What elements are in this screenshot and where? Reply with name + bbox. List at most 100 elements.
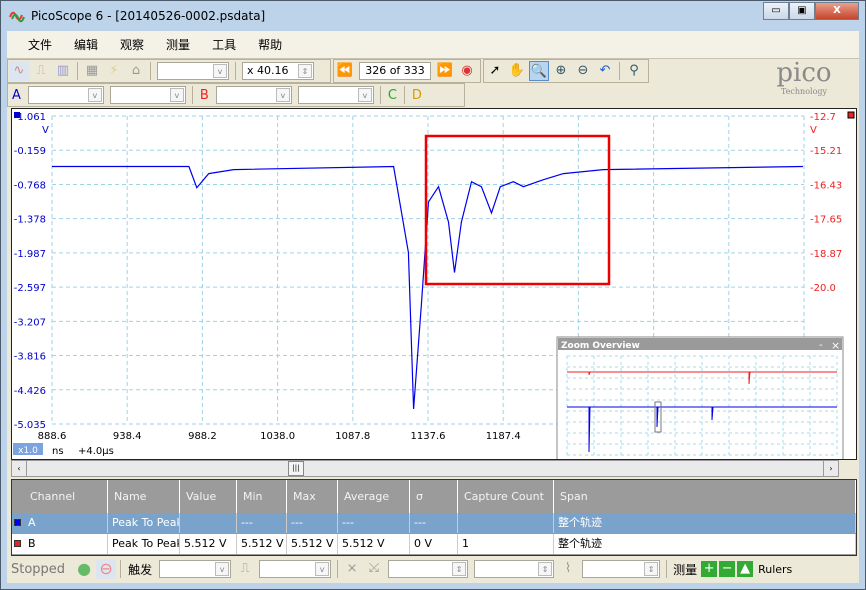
scope-mode-icon[interactable]: ∿ xyxy=(9,61,29,81)
column-header-max[interactable]: Max xyxy=(287,480,338,513)
falling-edge-icon[interactable]: ⤩ xyxy=(364,559,384,579)
channel-color-swatch xyxy=(14,519,21,526)
channel-b-range-select[interactable]: v xyxy=(215,86,292,104)
column-header-count[interactable]: Capture Count xyxy=(458,480,554,513)
chevron-down-icon: v xyxy=(87,88,102,102)
maximize-button[interactable]: ▣ xyxy=(789,2,815,20)
measurements-table: Channel Name Value Min Max Average σ Capture Co… xyxy=(11,479,857,556)
pico-logo: pico Technology xyxy=(759,59,849,103)
trigger-delay-stepper[interactable]: ⇕ xyxy=(582,560,661,578)
left-axis-unit: V xyxy=(42,125,49,136)
right-axis-tick-label: -15.21 xyxy=(810,146,842,157)
timebase-select[interactable]: v xyxy=(157,62,229,80)
zoom-area-icon[interactable]: 🔍 xyxy=(529,61,549,81)
x-axis-tick-label: 938.4 xyxy=(113,431,142,442)
scroll-right-icon[interactable]: › xyxy=(823,461,838,476)
channel-d-button[interactable]: D xyxy=(412,88,422,103)
scroll-left-icon[interactable]: ‹ xyxy=(12,461,27,476)
channel-b-coupling-select[interactable]: v xyxy=(297,86,374,104)
undo-zoom-icon[interactable]: ↶ xyxy=(595,61,615,81)
rising-edge-icon[interactable]: ⨯ xyxy=(342,559,362,579)
menu-edit[interactable]: 编辑 xyxy=(74,36,98,53)
persistence-mode-icon[interactable]: ⎍ xyxy=(31,61,51,81)
zoom-out-icon[interactable]: ⊖ xyxy=(573,61,593,81)
column-header-channel[interactable]: Channel xyxy=(24,480,108,513)
column-header-min[interactable]: Min xyxy=(237,480,287,513)
hand-icon[interactable]: ✋ xyxy=(507,61,527,81)
scroll-thumb[interactable]: ||| xyxy=(288,461,304,476)
stepper-arrows-icon[interactable]: ⇕ xyxy=(298,64,312,78)
edit-measurement-icon[interactable]: ▲ xyxy=(737,561,754,577)
horizontal-scrollbar[interactable]: ‹ ||| › xyxy=(11,460,839,477)
zoom-overview-icon[interactable]: ⚲ xyxy=(624,61,644,81)
channel-a-button[interactable]: A xyxy=(12,88,21,103)
stop-button[interactable]: ⊖ xyxy=(96,559,117,579)
chevron-down-icon: v xyxy=(215,562,230,576)
scope-view[interactable]: 1.061 -0.159 -0.768 -1.378 -1.987 -2.597 -3.20… xyxy=(11,108,857,460)
cell-max: --- xyxy=(287,513,338,533)
table-row[interactable]: A Peak To Peak --- --- --- --- 整个轨迹 xyxy=(12,513,856,533)
menu-help[interactable]: 帮助 xyxy=(258,36,282,53)
zoom-in-icon[interactable]: ⊕ xyxy=(551,61,571,81)
x-axis-tick-label: 1087.8 xyxy=(335,431,370,442)
channel-a-range-select[interactable]: v xyxy=(27,86,104,104)
cell-min: --- xyxy=(237,513,287,533)
trigger-delay-icon[interactable]: ⌇ xyxy=(558,559,578,579)
pointer-icon[interactable]: ➚ xyxy=(485,61,505,81)
minimize-button[interactable]: ▭ xyxy=(763,2,789,20)
add-view-icon[interactable]: ▦ xyxy=(82,61,102,81)
x-unit-label: ns xyxy=(52,446,64,457)
channel-c-button[interactable]: C xyxy=(388,88,397,103)
cell-channel: A xyxy=(24,513,108,533)
left-axis-tick-label: -5.035 xyxy=(14,420,46,431)
signal-generator-icon[interactable]: ⚡ xyxy=(104,61,124,81)
rulers-label[interactable]: Rulers xyxy=(758,563,792,576)
pretrigger-stepper[interactable]: ⇕ xyxy=(474,560,555,578)
left-axis-tick-label: -1.987 xyxy=(14,249,46,260)
trigger-source-select[interactable]: v xyxy=(259,560,332,578)
zoom-factor-stepper[interactable]: x 40.16 ⇕ xyxy=(242,62,314,80)
column-header-sigma[interactable]: σ xyxy=(410,480,458,513)
channel-toolbar: A v v B v v C D xyxy=(7,83,465,107)
column-header-span[interactable]: Span xyxy=(554,480,856,513)
app-window: PicoScope 6 - [20140526-0002.psdata] ▭ ▣… xyxy=(0,0,866,590)
buffer-position-field[interactable]: 326 of 333 xyxy=(359,62,431,80)
cell-name: Peak To Peak xyxy=(108,513,180,533)
zoom-overview-minimize[interactable]: - xyxy=(819,340,823,351)
right-axis-tick-label: -12.7 xyxy=(810,112,836,123)
x-axis-tick-label: 888.6 xyxy=(38,431,67,442)
zoom-factor-value: x 40.16 xyxy=(247,64,289,77)
chevron-down-icon: v xyxy=(169,88,184,102)
cell-value: 5.512 V xyxy=(180,534,237,554)
chevron-down-icon: v xyxy=(275,88,290,102)
trigger-level-stepper[interactable]: ⇕ xyxy=(388,560,469,578)
zoom-overview-close[interactable]: × xyxy=(831,339,840,352)
spectrum-mode-icon[interactable]: ▥ xyxy=(53,61,73,81)
left-axis-tick-label: -0.159 xyxy=(14,146,46,157)
trigger-edge-icon[interactable]: ⎍ xyxy=(235,559,255,579)
x-axis-tick-label: 1137.6 xyxy=(411,431,446,442)
home-icon[interactable]: ⌂ xyxy=(126,61,146,81)
close-button[interactable]: X xyxy=(815,2,859,20)
channel-b-button[interactable]: B xyxy=(200,88,209,103)
chevron-down-icon: v xyxy=(315,562,330,576)
next-buffer-icon[interactable]: ⏩ xyxy=(435,61,455,81)
menu-view[interactable]: 观察 xyxy=(120,36,144,53)
channel-a-coupling-select[interactable]: v xyxy=(109,86,186,104)
channel-color-swatch xyxy=(14,540,21,547)
trigger-mode-select[interactable]: v xyxy=(159,560,232,578)
table-row[interactable]: B Peak To Peak 5.512 V 5.512 V 5.512 V 5.512 … xyxy=(12,534,856,554)
buffer-navigator-icon[interactable]: ◉ xyxy=(457,61,477,81)
column-header-name[interactable]: Name xyxy=(108,480,180,513)
menu-measure[interactable]: 测量 xyxy=(166,36,190,53)
column-header-value[interactable]: Value xyxy=(180,480,237,513)
column-header-average[interactable]: Average xyxy=(338,480,410,513)
first-buffer-icon[interactable]: ⏪ xyxy=(335,61,355,81)
menu-tools[interactable]: 工具 xyxy=(212,36,236,53)
remove-measurement-icon[interactable]: − xyxy=(719,561,736,577)
chevron-down-icon: v xyxy=(213,64,227,78)
add-measurement-icon[interactable]: + xyxy=(701,561,718,577)
menu-file[interactable]: 文件 xyxy=(28,36,52,53)
zoom-toolbar: ➚ ✋ 🔍 ⊕ ⊖ ↶ ⚲ xyxy=(483,59,649,83)
start-button[interactable]: ● xyxy=(74,559,94,579)
